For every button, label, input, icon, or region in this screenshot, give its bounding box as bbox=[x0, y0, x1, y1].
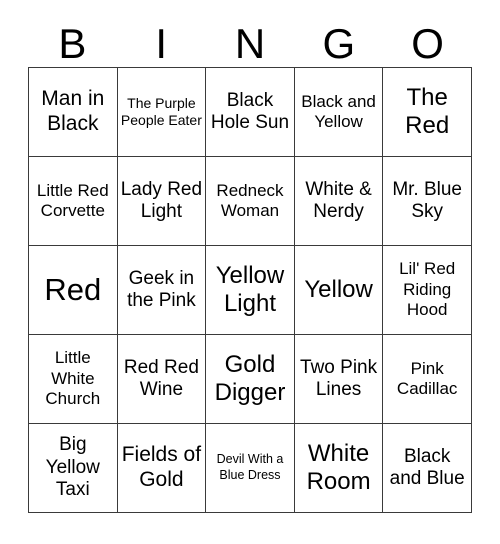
bingo-cell[interactable]: Gold Digger bbox=[206, 335, 295, 424]
bingo-cell-label: Red Red Wine bbox=[123, 356, 199, 400]
bingo-row: Red Geek in the Pink Yellow Light Yellow Lil… bbox=[29, 246, 472, 335]
bingo-cell-label: Black Hole Sun bbox=[210, 89, 290, 133]
bingo-cell[interactable]: The Purple People Eater bbox=[117, 68, 207, 157]
bingo-cell[interactable]: Red bbox=[29, 246, 118, 335]
bingo-cell-label: White Room bbox=[306, 440, 371, 495]
bingo-cell-label: Geek in the Pink bbox=[127, 267, 196, 311]
bingo-cell[interactable]: Mr. Blue Sky bbox=[383, 157, 472, 246]
bingo-grid: Man in Black The Purple People Eater Black… bbox=[28, 67, 472, 513]
bingo-cell-label: Black and Blue bbox=[389, 445, 465, 489]
bingo-cell-label: Little White Church bbox=[45, 348, 101, 409]
bingo-cell[interactable]: Devil With a Blue Dress bbox=[206, 424, 295, 513]
bingo-cell[interactable]: Big Yellow Taxi bbox=[29, 424, 118, 513]
bingo-card: B I N G O Man in Black The Purple People Eate… bbox=[28, 8, 472, 513]
bingo-header-letter-g: G bbox=[322, 20, 356, 67]
bingo-header-letter-n: N bbox=[234, 20, 266, 67]
bingo-cell[interactable]: Two Pink Lines bbox=[294, 335, 384, 424]
bingo-cell-label: Yellow bbox=[304, 276, 373, 304]
bingo-cell[interactable]: Little Red Corvette bbox=[29, 157, 118, 246]
bingo-cell[interactable]: Black Hole Sun bbox=[206, 68, 295, 157]
bingo-cell[interactable]: Little White Church bbox=[29, 335, 118, 424]
bingo-cell[interactable]: Geek in the Pink bbox=[117, 246, 207, 335]
bingo-cell-label: Black and Yellow bbox=[301, 91, 376, 131]
bingo-cell[interactable]: Pink Cadillac bbox=[383, 335, 472, 424]
bingo-row: Little Red Corvette Lady Red Light Redneck… bbox=[29, 157, 472, 246]
bingo-cell[interactable]: Fields of Gold bbox=[117, 424, 207, 513]
bingo-cell-label: The Purple People Eater bbox=[120, 94, 202, 128]
bingo-cell[interactable]: Black and Blue bbox=[383, 424, 472, 513]
bingo-row: Little White Church Red Red Wine Gold Digg… bbox=[29, 335, 472, 424]
bingo-row: Big Yellow Taxi Fields of Gold Devil With … bbox=[29, 424, 472, 513]
bingo-cell-label: Devil With a Blue Dress bbox=[216, 452, 284, 482]
bingo-cell-label: Redneck Woman bbox=[216, 180, 284, 220]
bingo-header-letter-i: I bbox=[155, 20, 168, 67]
bingo-cell[interactable]: Yellow bbox=[294, 246, 384, 335]
bingo-cell-label: Yellow Light bbox=[215, 262, 285, 317]
bingo-cell-label: Lady Red Light bbox=[120, 178, 203, 222]
bingo-row: Man in Black The Purple People Eater Black… bbox=[29, 68, 472, 157]
bingo-cell-label: Pink Cadillac bbox=[396, 358, 458, 398]
bingo-cell-label: Mr. Blue Sky bbox=[392, 178, 463, 222]
bingo-cell-label: Big Yellow Taxi bbox=[45, 434, 100, 501]
bingo-header-letter-o: O bbox=[411, 20, 444, 67]
bingo-cell[interactable]: Redneck Woman bbox=[206, 157, 295, 246]
bingo-cell-label: Man in Black bbox=[41, 87, 105, 135]
bingo-cell[interactable]: Man in Black bbox=[29, 68, 118, 157]
bingo-cell[interactable]: Black and Yellow bbox=[294, 68, 384, 157]
bingo-cell[interactable]: Lil' Red Riding Hood bbox=[383, 246, 472, 335]
bingo-cell-label: White & Nerdy bbox=[305, 178, 372, 222]
bingo-cell-label: Fields of Gold bbox=[121, 443, 202, 491]
bingo-cell[interactable]: Lady Red Light bbox=[117, 157, 207, 246]
bingo-cell[interactable]: The Red bbox=[383, 68, 472, 157]
bingo-header: BINGO bbox=[28, 8, 472, 67]
bingo-cell-label: Two Pink Lines bbox=[300, 356, 378, 400]
bingo-cell[interactable]: Red Red Wine bbox=[117, 335, 207, 424]
bingo-cell-label: Red bbox=[44, 272, 102, 308]
bingo-cell-label: Little Red Corvette bbox=[36, 180, 109, 220]
bingo-cell-label: Gold Digger bbox=[214, 351, 286, 406]
bingo-cell[interactable]: Yellow Light bbox=[206, 246, 295, 335]
bingo-cell[interactable]: White & Nerdy bbox=[294, 157, 384, 246]
bingo-cell[interactable]: White Room bbox=[294, 424, 384, 513]
bingo-cell-label: Lil' Red Riding Hood bbox=[399, 259, 456, 320]
bingo-cell-label: The Red bbox=[405, 84, 450, 139]
bingo-header-letter-b: B bbox=[58, 20, 87, 67]
